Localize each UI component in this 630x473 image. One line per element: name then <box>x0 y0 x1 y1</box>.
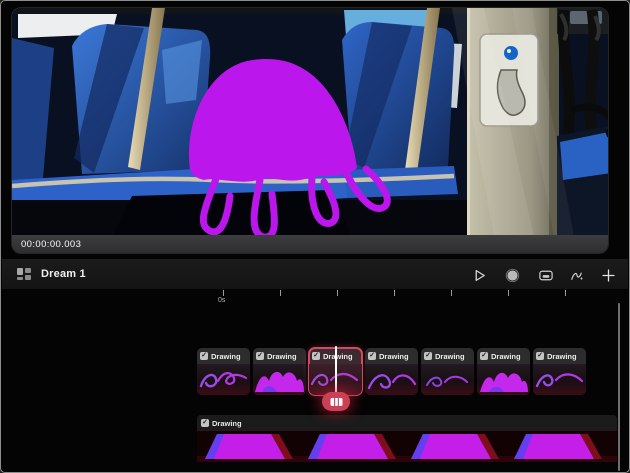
canvas-viewport[interactable] <box>12 8 608 237</box>
ruler-tick <box>337 290 338 296</box>
clip-drawing-6[interactable]: ✓ Drawing <box>477 348 530 395</box>
clip-label: Drawing <box>491 351 521 361</box>
clip-visibility-checkbox[interactable]: ✓ <box>480 352 488 360</box>
bottom-track-label: Drawing <box>212 418 242 428</box>
timecode-bar: 00:00:00.003 <box>12 235 608 253</box>
clip-label: Drawing <box>267 351 297 361</box>
clip-drawing-1[interactable]: ✓ Drawing <box>197 348 250 395</box>
clip-thumbnail <box>365 364 418 395</box>
timecode: 00:00:00.003 <box>21 238 82 250</box>
clip-thumbnail <box>253 364 306 395</box>
app-window: 00:00:00.003 Dream 1 0s ✓ Drawing ✓ Draw… <box>0 0 630 473</box>
record-icon <box>505 268 519 282</box>
clip-header: ✓ Drawing <box>253 348 306 364</box>
clip-thumbnail <box>197 364 250 395</box>
clip-drawing-4[interactable]: ✓ Drawing <box>365 348 418 395</box>
clip-drawing-5[interactable]: ✓ Drawing <box>421 348 474 395</box>
track-visibility-checkbox[interactable]: ✓ <box>201 419 209 427</box>
add-icon <box>601 268 615 282</box>
clip-visibility-checkbox[interactable]: ✓ <box>536 352 544 360</box>
play-icon <box>475 269 485 281</box>
clip-label: Drawing <box>379 351 409 361</box>
draw-button[interactable] <box>568 266 586 284</box>
clip-header: ✓ Drawing <box>197 348 250 364</box>
flipbook-icon <box>330 397 342 406</box>
bottom-track-content[interactable] <box>197 431 617 462</box>
clip-label: Drawing <box>547 351 577 361</box>
flipbook-badge[interactable] <box>322 392 350 411</box>
clip-thumbnail <box>533 364 586 395</box>
project-selector[interactable]: Dream 1 <box>17 268 86 280</box>
record-button[interactable] <box>503 266 521 284</box>
ruler-tick <box>565 290 566 296</box>
playhead[interactable] <box>335 346 337 393</box>
clip-visibility-checkbox[interactable]: ✓ <box>424 352 432 360</box>
clip-visibility-checkbox[interactable]: ✓ <box>200 352 208 360</box>
clip-visibility-checkbox[interactable]: ✓ <box>312 352 320 360</box>
ruler-time-label: 0s <box>218 297 226 304</box>
clip-header: ✓ Drawing <box>533 348 586 364</box>
add-button[interactable] <box>599 266 617 284</box>
bottom-track-frames <box>197 431 617 462</box>
library-grid-icon <box>17 268 31 280</box>
ruler-tick <box>451 290 452 296</box>
timeline-scrollbar[interactable] <box>618 303 620 471</box>
clip-header: ✓ Drawing <box>477 348 530 364</box>
clip-thumbnail <box>421 364 474 395</box>
ruler-tick <box>508 290 509 296</box>
timeline-ruler[interactable]: 0s <box>197 289 617 309</box>
bus-scene-image <box>12 8 608 237</box>
play-button[interactable] <box>470 266 488 284</box>
clip-label: Drawing <box>211 351 241 361</box>
clip-drawing-7[interactable]: ✓ Drawing <box>533 348 586 395</box>
ruler-tick <box>394 290 395 296</box>
clip-thumbnail <box>477 364 530 395</box>
project-title: Dream 1 <box>41 268 86 280</box>
clip-label: Drawing <box>435 351 465 361</box>
clip-label: Drawing <box>323 351 353 361</box>
ruler-tick <box>280 290 281 296</box>
clip-visibility-checkbox[interactable]: ✓ <box>256 352 264 360</box>
stage-button[interactable] <box>537 266 555 284</box>
clip-visibility-checkbox[interactable]: ✓ <box>368 352 376 360</box>
timeline-header: Dream 1 <box>2 259 628 289</box>
clip-drawing-2[interactable]: ✓ Drawing <box>253 348 306 395</box>
ruler-tick <box>223 290 224 296</box>
bottom-track-header[interactable]: ✓ Drawing <box>197 415 617 431</box>
stage-icon <box>539 270 553 280</box>
video-preview-card: 00:00:00.003 <box>11 7 609 254</box>
clip-header: ✓ Drawing <box>421 348 474 364</box>
draw-icon <box>571 272 583 280</box>
clip-header: ✓ Drawing <box>365 348 418 364</box>
